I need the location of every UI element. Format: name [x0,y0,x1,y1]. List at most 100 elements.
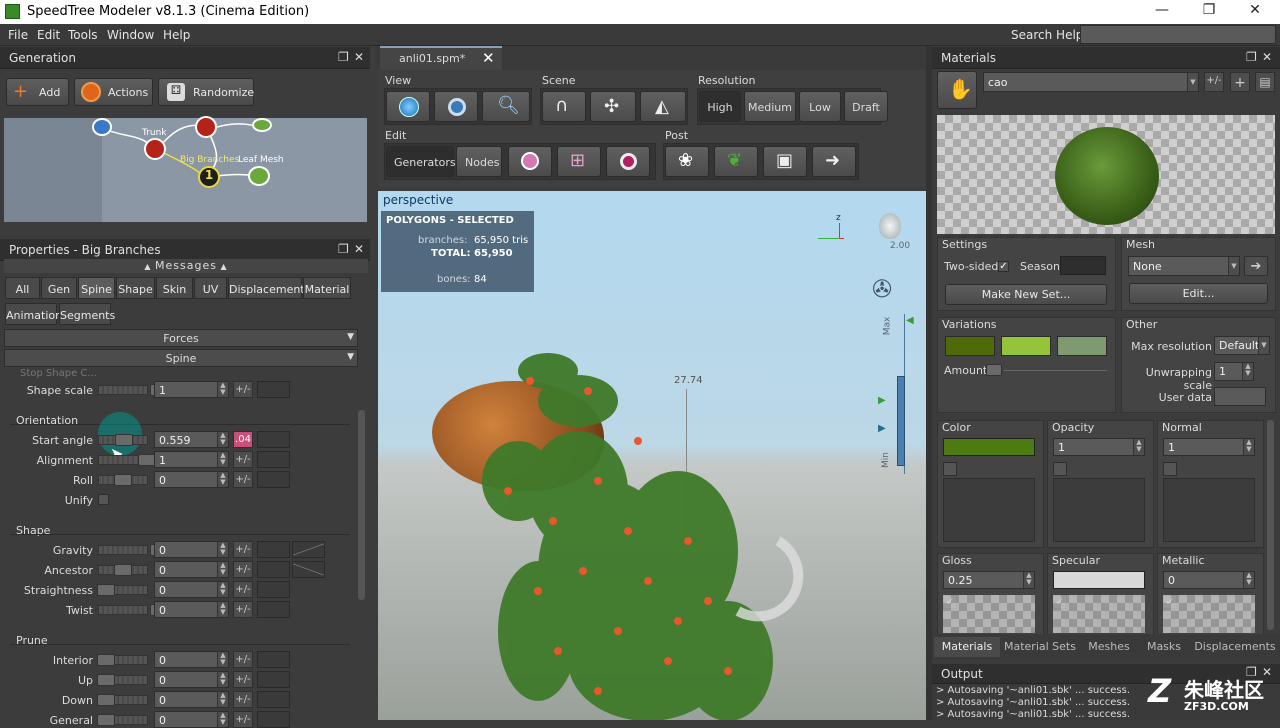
tab-uv[interactable]: UV [194,277,227,299]
variance-button[interactable]: +/- [233,451,253,468]
properties-scrollbar[interactable] [358,410,365,600]
close-panel-icon[interactable]: ✕ [1262,50,1272,64]
curve-editor[interactable] [257,451,290,468]
mesh-go-icon[interactable]: ➔ [1244,256,1268,276]
leaf-mesh-node[interactable] [248,166,270,186]
leaf-node-top[interactable] [252,118,272,132]
variance-button[interactable]: +/- [233,651,253,668]
curve-editor[interactable] [257,581,290,598]
close-tab-icon[interactable]: ✕ [482,49,495,67]
hand-tool-button[interactable]: ✋ [937,71,977,109]
export-arrow-button[interactable]: ➜ [812,146,856,177]
tab-material-sets[interactable]: Material Sets [1002,637,1078,657]
tab-animation[interactable]: Animation [5,303,62,325]
brush-button[interactable] [508,146,552,177]
tab-shape[interactable]: Shape [116,277,155,299]
tab-meshes[interactable]: Meshes [1080,637,1138,657]
close-button[interactable]: ✕ [1243,2,1267,22]
variation-swatch-1[interactable] [945,336,995,356]
tab-material[interactable]: Material [303,277,351,299]
scene-spotlight-button[interactable]: ◭ [640,91,686,122]
close-panel-icon[interactable]: ✕ [354,242,364,256]
eye-view-button[interactable] [434,91,478,122]
curve-editor[interactable] [257,651,290,668]
down-input[interactable]: 0 ▲ ▼ [154,691,229,708]
amount-slider[interactable] [986,364,1002,376]
menu-window[interactable]: Window [107,28,154,42]
resolution-medium-button[interactable]: Medium [744,91,796,122]
color-map-slot[interactable] [943,478,1035,542]
color-map-checkbox[interactable] [943,462,957,476]
restore-button[interactable]: ❐ [1197,2,1221,22]
make-new-set-button[interactable]: Make New Set... [945,284,1107,305]
randomize-button[interactable]: ⚃ Randomize [158,78,254,106]
variance-button[interactable]: +/- [233,381,253,398]
material-pm-button[interactable]: +/- [1204,72,1224,92]
root-node[interactable] [92,118,112,136]
twist-slider[interactable] [98,605,148,615]
close-panel-icon[interactable]: ✕ [354,50,364,64]
roll-slider-knob[interactable] [114,474,132,486]
export-image-button[interactable]: ▣ [763,146,807,177]
gravity-slider[interactable] [98,545,148,555]
specular-swatch[interactable] [1053,571,1145,589]
shape-scale-slider[interactable] [98,385,148,395]
tab-all[interactable]: All [5,277,40,299]
roll-input[interactable]: 0 ▲ ▼ [154,471,229,488]
tab-segments[interactable]: Segments [59,303,115,325]
materials-scrollbar[interactable] [1267,420,1274,630]
normal-map-slot[interactable] [1163,478,1255,542]
zoom-view-button[interactable]: 🔍︎ [482,91,530,122]
tab-spine[interactable]: Spine [78,277,115,299]
curve-editor[interactable] [257,671,290,688]
tab-materials[interactable]: Materials [934,637,1000,657]
variance-button[interactable]: +/- [233,581,253,598]
generation-graph[interactable]: Trunk Big Branches 1 Leaf Mesh [4,116,367,222]
resolution-draft-button[interactable]: Draft [844,91,888,122]
variance-button[interactable]: +/- [233,691,253,708]
doc-tab[interactable]: anli01.spm* ✕ [380,46,502,70]
tab-displacement[interactable]: Displacement [228,277,305,299]
interior-input[interactable]: 0 ▲ ▼ [154,651,229,668]
variation-swatch-3[interactable] [1057,336,1107,356]
viewport[interactable]: perspective POLYGONS - SELECTED branches… [378,191,926,720]
metallic-input[interactable]: 0 ▲ ▼ [1163,571,1255,589]
up-input[interactable]: 0 ▲ ▼ [154,671,229,688]
ancestor-input[interactable]: 0 ▲ ▼ [154,561,229,578]
add-material-icon[interactable]: + [1230,72,1250,92]
forces-group[interactable]: Forces ▼ [4,329,358,347]
max-resolution-select[interactable]: Default ▼ [1214,336,1270,355]
tab-skin[interactable]: Skin [156,277,193,299]
big-branches-node[interactable]: 1 [198,166,220,188]
globe-view-button[interactable] [386,91,430,122]
season-swatch[interactable] [1060,256,1106,275]
minimize-button[interactable]: — [1150,2,1174,22]
gloss-map-slot[interactable] [943,595,1035,633]
scene-light-button[interactable]: ∩ [542,91,586,122]
gravity-curve[interactable] [292,541,325,558]
menu-edit[interactable]: Edit [37,28,60,42]
record-button[interactable] [606,146,650,177]
ancestor-curve[interactable] [292,561,325,578]
actions-button[interactable]: Actions [74,78,153,106]
messages-bar[interactable]: ▲ Messages ▲ [4,259,368,273]
generators-button[interactable]: Generators [386,146,456,177]
normal-map-checkbox[interactable] [1163,462,1177,476]
variance-button[interactable]: +/- [233,541,253,558]
menu-file[interactable]: File [8,28,28,42]
variance-input[interactable]: .04 [233,431,253,448]
tab-displacements[interactable]: Displacements [1190,637,1280,657]
start-angle-input[interactable]: 0.559 ▲ ▼ [154,431,229,448]
search-input[interactable] [1080,25,1276,44]
trunk-node[interactable] [144,138,166,160]
mesh-select[interactable]: None ▼ [1128,256,1240,276]
two-sided-checkbox[interactable]: ✓ [998,261,1009,272]
curve-editor[interactable] [257,381,290,398]
add-button[interactable]: + Add [6,78,69,106]
material-select[interactable]: cao ▼ [983,72,1199,92]
scene-fan-button[interactable]: ✣ [590,91,636,122]
specular-map-slot[interactable] [1053,595,1145,633]
curve-editor[interactable] [257,471,290,488]
menu-tools[interactable]: Tools [68,28,98,42]
start-angle-slider-knob[interactable] [115,434,133,446]
